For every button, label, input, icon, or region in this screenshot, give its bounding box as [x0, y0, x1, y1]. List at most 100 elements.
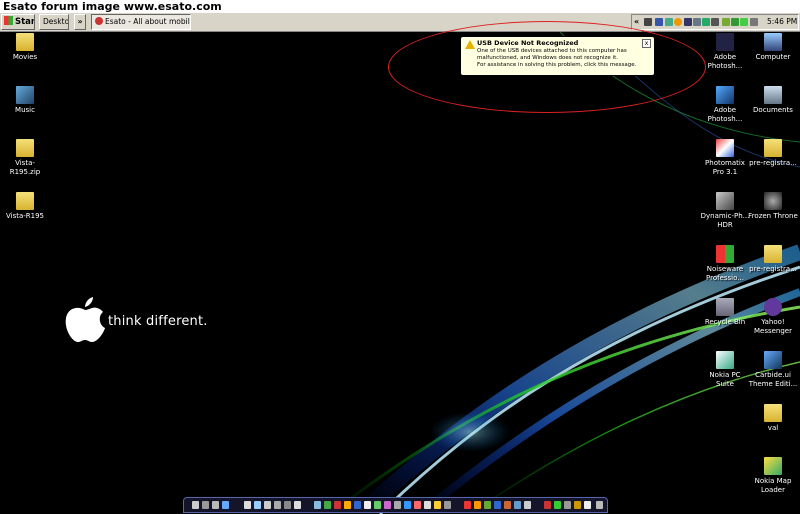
desktop-icon-adobe-photoshop-2[interactable]: Adobe Photosh...: [700, 86, 750, 123]
dock-app-icon[interactable]: [384, 501, 391, 509]
dock-app-icon[interactable]: [434, 501, 441, 509]
desktop-icon-adobe-photoshop-1[interactable]: Adobe Photosh...: [700, 33, 750, 70]
desktop-icon-vista[interactable]: Vista-R195: [0, 192, 50, 221]
dock-app-icon[interactable]: [574, 501, 581, 509]
desktop-icon-computer[interactable]: Computer: [748, 33, 798, 62]
dock-app-icon[interactable]: [192, 501, 199, 509]
dock-app-icon[interactable]: [504, 501, 511, 509]
start-button[interactable]: Start: [1, 14, 35, 30]
desktop-toolbar-button[interactable]: Desktop: [39, 14, 69, 30]
dock-app-icon[interactable]: [212, 501, 219, 509]
desktop-icon-documents[interactable]: Documents: [748, 86, 798, 115]
task-button-esato[interactable]: Esato - All about mobile ...: [91, 14, 191, 30]
dock-app-icon[interactable]: [274, 501, 281, 509]
dock-app-icon[interactable]: [244, 501, 251, 509]
desktop-icon-val[interactable]: val: [748, 404, 798, 433]
balloon-message-line: malfunctioned, and Windows does not reco…: [477, 55, 618, 61]
map-loader-icon: [764, 457, 782, 475]
desktop-icon-pre-registration-2[interactable]: pre-registra...: [748, 245, 798, 274]
dock-app-icon[interactable]: [514, 501, 521, 509]
dock-app-icon[interactable]: [484, 501, 491, 509]
desktop-icon-pre-registration-1[interactable]: pre-registra...: [748, 139, 798, 168]
icon-label: Pro 3.1: [712, 167, 738, 176]
desktop-icon-dynamic-photo-hdr[interactable]: Dynamic-Ph... HDR: [700, 192, 750, 229]
icon-label: Frozen Throne: [748, 212, 798, 220]
folder-icon: [16, 33, 34, 51]
dock-app-icon[interactable]: [334, 501, 341, 509]
desktop-icon-photomatix[interactable]: Photomatix Pro 3.1: [700, 139, 750, 176]
dock-app-icon[interactable]: [424, 501, 431, 509]
tray-app-icon[interactable]: [731, 18, 739, 26]
dock-app-icon[interactable]: [414, 501, 421, 509]
dock-app-icon[interactable]: [404, 501, 411, 509]
desktop-icon-carbide-ui[interactable]: Carbide.ui Theme Editi...: [748, 351, 798, 388]
desktop-icon-nokia-map-loader[interactable]: Nokia Map Loader: [748, 457, 798, 494]
dock-app-icon[interactable]: [364, 501, 371, 509]
tray-app-icon[interactable]: [722, 18, 730, 26]
icon-label: Professio...: [706, 273, 744, 282]
desktop-icon-recycle-bin[interactable]: Recycle Bin: [700, 298, 750, 327]
icon-label: Documents: [753, 106, 793, 114]
volume-icon[interactable]: [750, 18, 758, 26]
messenger-icon[interactable]: [674, 18, 682, 26]
dock-app-icon[interactable]: [444, 501, 451, 509]
icon-label: Vista-R195: [5, 212, 44, 220]
tray-app-icon[interactable]: [693, 18, 701, 26]
icon-label: Movies: [12, 53, 38, 61]
photomatix-icon: [716, 139, 734, 157]
dock-app-icon[interactable]: [554, 501, 561, 509]
icon-label: val: [767, 424, 779, 432]
apple-logo-icon: [65, 297, 105, 342]
dock-app-icon[interactable]: [584, 501, 591, 509]
dock-app-icon[interactable]: [294, 501, 301, 509]
dock-app-icon[interactable]: [222, 501, 229, 509]
dock-app-icon[interactable]: [324, 501, 331, 509]
dock-trash-icon[interactable]: [596, 501, 603, 509]
dock-app-icon[interactable]: [254, 501, 261, 509]
balloon-close-button[interactable]: x: [642, 39, 651, 48]
toolbar-chevron-button[interactable]: »: [74, 14, 86, 30]
desktop-icon-nokia-pc-suite[interactable]: Nokia PC Suite: [700, 351, 750, 388]
icon-label: Messenger: [753, 326, 792, 335]
desktop-icon-music[interactable]: Music: [0, 86, 50, 115]
dock-app-icon[interactable]: [474, 501, 481, 509]
icon-label: pre-registra...: [749, 265, 797, 273]
carbide-icon: [764, 351, 782, 369]
usb-icon[interactable]: [644, 18, 652, 26]
balloon-title: USB Device Not Recognized: [477, 39, 579, 47]
dock-app-icon[interactable]: [494, 501, 501, 509]
usb-notification-balloon[interactable]: USB Device Not Recognized One of the USB…: [460, 31, 655, 76]
taskbar: Start Desktop » Esato - All about mobile…: [0, 13, 800, 32]
icon-label: HDR: [717, 220, 733, 229]
dock-app-icon[interactable]: [394, 501, 401, 509]
tray-app-icon[interactable]: [665, 18, 673, 26]
dock-app-icon[interactable]: [544, 501, 551, 509]
desktop-icon-movies[interactable]: Movies: [0, 33, 50, 62]
system-tray: « 5:46 PM: [631, 14, 799, 30]
tray-app-icon[interactable]: [740, 18, 748, 26]
icon-label: Yahoo!: [761, 318, 785, 326]
desktop-icon-yahoo-messenger[interactable]: Yahoo! Messenger: [748, 298, 798, 335]
desktop-icon-noiseware[interactable]: Noiseware Professio...: [700, 245, 750, 282]
network-icon[interactable]: [655, 18, 663, 26]
desktop-icon-vista-zip[interactable]: Vista-R195.zip: [0, 139, 50, 176]
dock-app-icon[interactable]: [344, 501, 351, 509]
dock-app-icon[interactable]: [202, 501, 209, 509]
recycle-bin-icon: [716, 298, 734, 316]
dock-app-icon[interactable]: [264, 501, 271, 509]
dock-app-icon[interactable]: [354, 501, 361, 509]
bluetooth-icon[interactable]: [684, 18, 692, 26]
dock-app-icon[interactable]: [524, 501, 531, 509]
tray-app-icon[interactable]: [702, 18, 710, 26]
icon-label: Nokia PC Suite: [709, 371, 741, 388]
icon-label: Music: [15, 106, 35, 114]
desktop-icon-frozen-throne[interactable]: Frozen Throne: [748, 192, 798, 221]
clock[interactable]: 5:46 PM: [767, 15, 797, 29]
dock-app-icon[interactable]: [464, 501, 471, 509]
dock-app-icon[interactable]: [284, 501, 291, 509]
tray-expand-button[interactable]: «: [634, 15, 639, 29]
monitor-icon[interactable]: [711, 18, 719, 26]
dock-app-icon[interactable]: [564, 501, 571, 509]
dock-app-icon[interactable]: [374, 501, 381, 509]
dock-app-icon[interactable]: [314, 501, 321, 509]
